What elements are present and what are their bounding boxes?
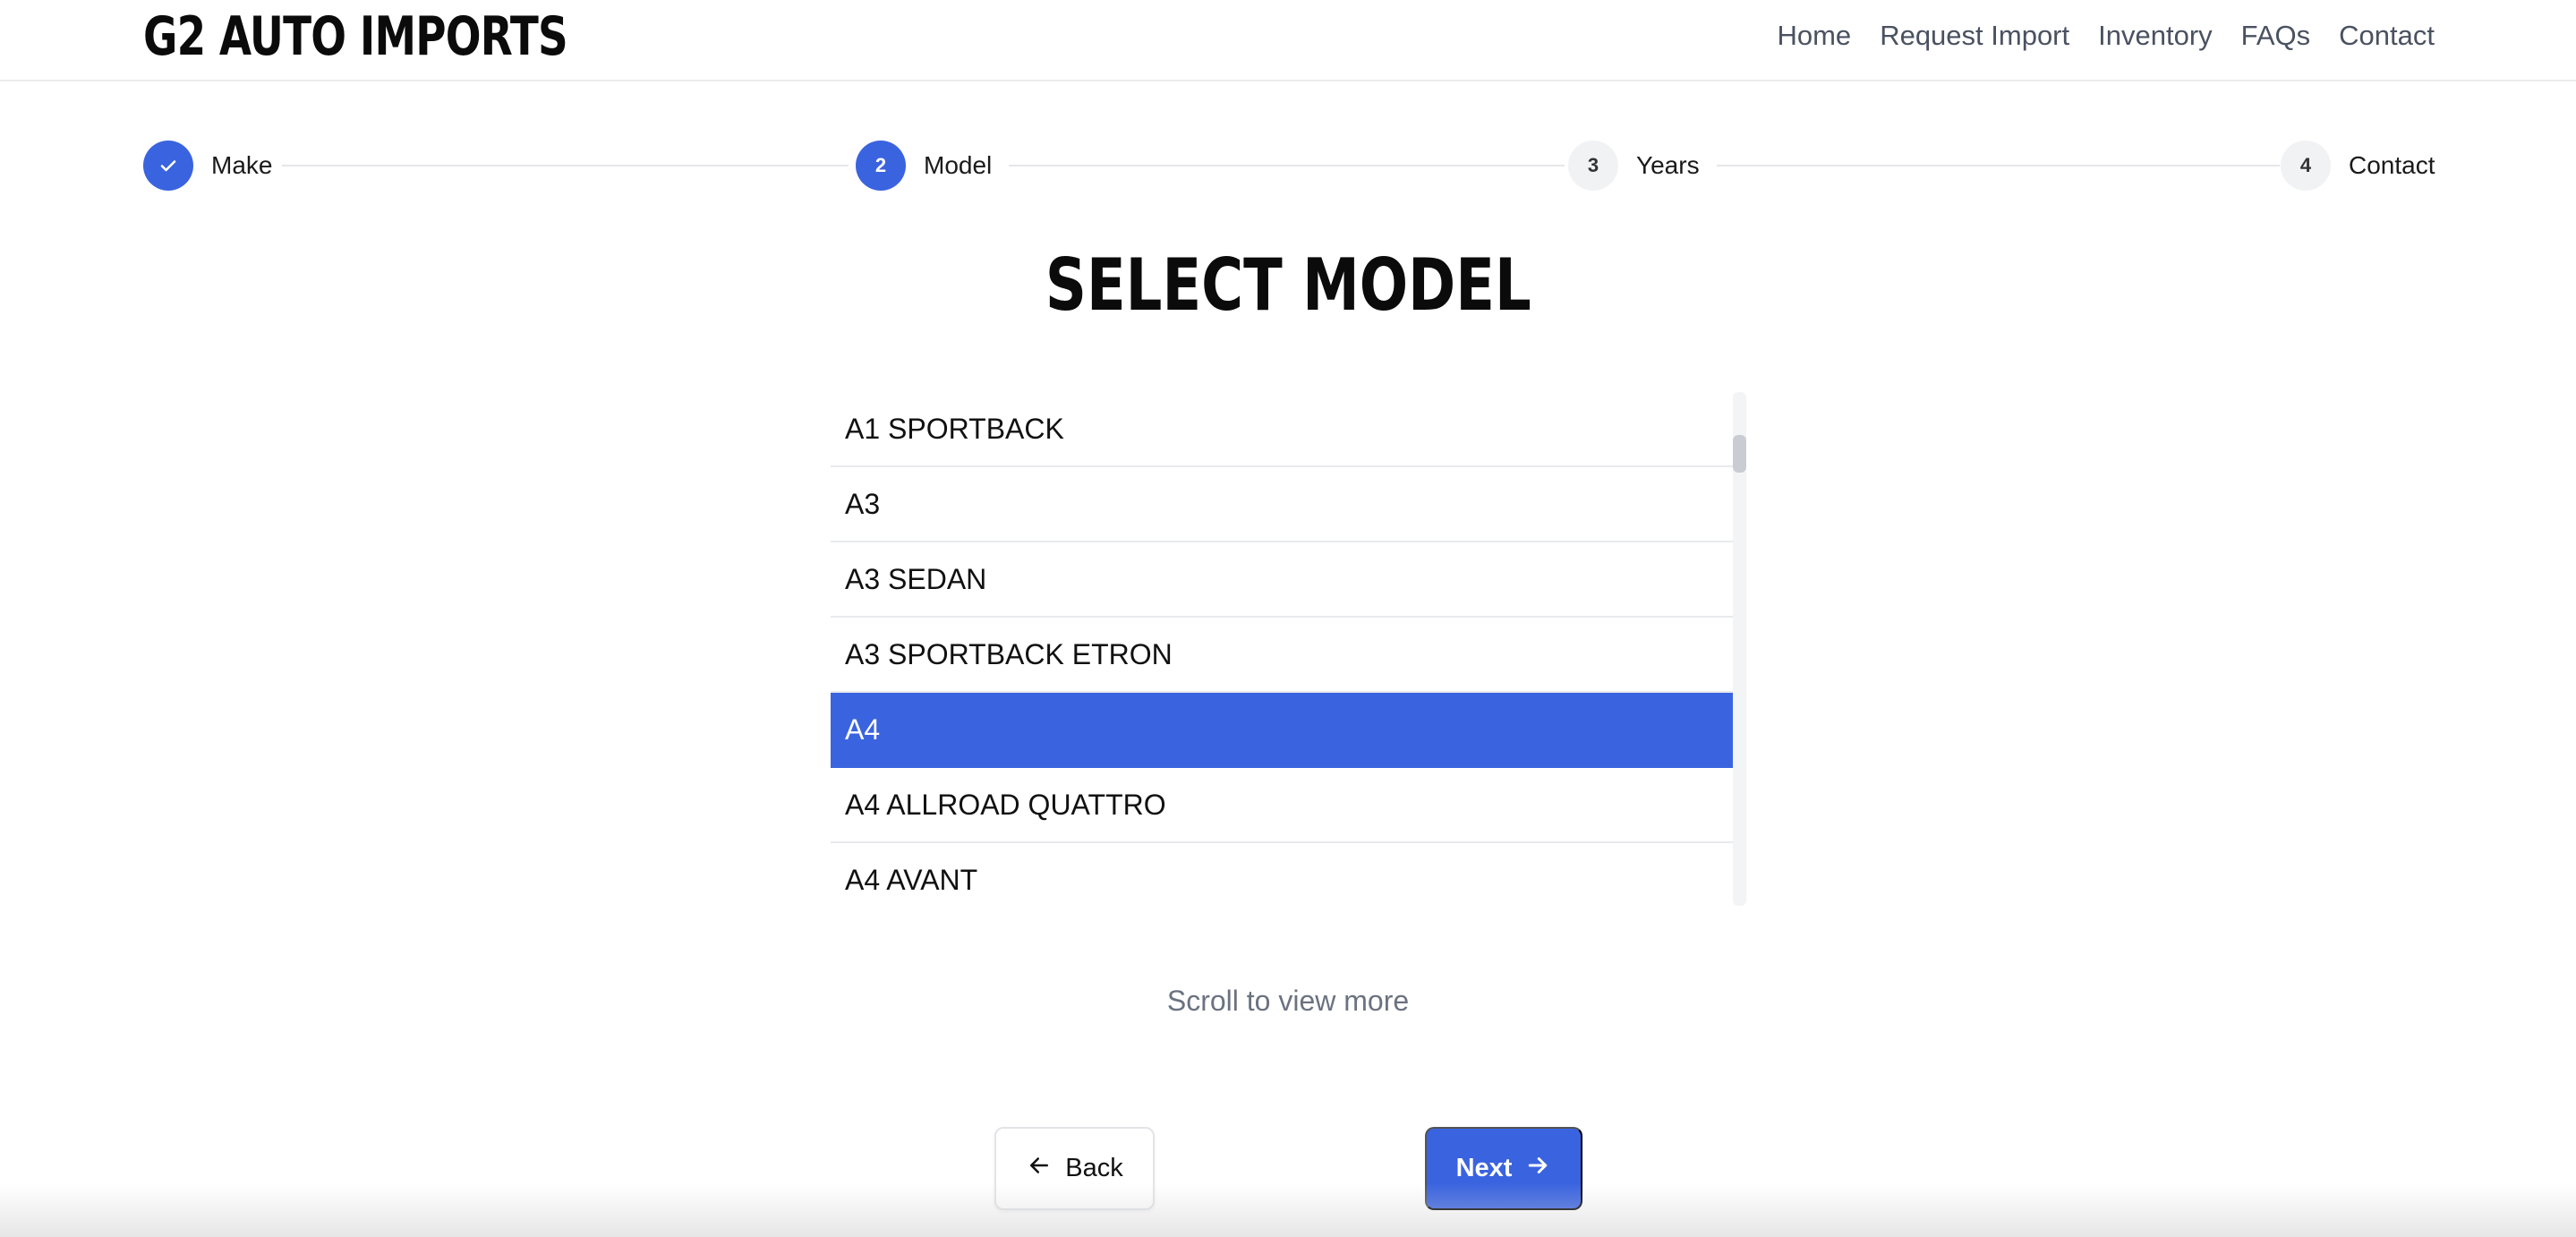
nav-inventory[interactable]: Inventory bbox=[2098, 20, 2213, 52]
model-option[interactable]: A3 SPORTBACK ETRON bbox=[831, 618, 1746, 693]
next-label: Next bbox=[1455, 1154, 1513, 1182]
step-contact[interactable]: 4 Contact bbox=[2281, 140, 2435, 192]
bottom-shadow bbox=[0, 1183, 2576, 1237]
nav-home[interactable]: Home bbox=[1777, 20, 1851, 52]
model-option[interactable]: A4 AVANT bbox=[831, 843, 1746, 906]
nav-request-import[interactable]: Request Import bbox=[1880, 20, 2069, 52]
next-button[interactable]: Next bbox=[1425, 1127, 1582, 1210]
step-connector bbox=[282, 165, 849, 166]
nav-faqs[interactable]: FAQs bbox=[2241, 20, 2311, 52]
scroll-hint: Scroll to view more bbox=[1166, 985, 1410, 1017]
step-number: 2 bbox=[856, 141, 906, 191]
step-years[interactable]: 3 Years bbox=[1568, 140, 1700, 192]
model-option[interactable]: A4 ALLROAD QUATTRO bbox=[831, 768, 1746, 843]
arrow-right-icon bbox=[1512, 1152, 1551, 1186]
model-list[interactable]: A1 SPORTBACK A3 A3 SEDAN A3 SPORTBACK ET… bbox=[831, 392, 1746, 906]
nav-contact[interactable]: Contact bbox=[2339, 20, 2435, 52]
step-label: Make bbox=[211, 151, 273, 179]
back-button[interactable]: Back bbox=[994, 1127, 1155, 1210]
step-model[interactable]: 2 Model bbox=[856, 140, 992, 192]
back-label: Back bbox=[1065, 1154, 1123, 1182]
page-title: SELECT MODEL bbox=[1045, 243, 1531, 327]
step-label: Model bbox=[924, 151, 993, 179]
model-option-selected[interactable]: A4 bbox=[831, 693, 1746, 768]
check-icon bbox=[143, 141, 193, 191]
step-connector bbox=[1717, 165, 2280, 166]
site-logo[interactable]: G2 AUTO IMPORTS bbox=[143, 5, 568, 68]
step-connector bbox=[1009, 165, 1565, 166]
arrow-left-icon bbox=[1026, 1152, 1065, 1186]
step-label: Contact bbox=[2349, 151, 2435, 179]
progress-stepper: Make 2 Model 3 Years 4 Contact bbox=[143, 140, 2435, 192]
step-make[interactable]: Make bbox=[143, 140, 272, 192]
scrollbar-thumb[interactable] bbox=[1733, 435, 1746, 473]
step-number: 3 bbox=[1568, 141, 1618, 191]
model-option[interactable]: A3 bbox=[831, 467, 1746, 542]
model-option[interactable]: A3 SEDAN bbox=[831, 542, 1746, 618]
model-option[interactable]: A1 SPORTBACK bbox=[831, 392, 1746, 467]
step-number: 4 bbox=[2281, 141, 2331, 191]
site-header: G2 AUTO IMPORTS Home Request Import Inve… bbox=[0, 0, 2576, 81]
list-scrollbar[interactable] bbox=[1733, 392, 1746, 906]
step-label: Years bbox=[1636, 151, 1700, 179]
main-nav: Home Request Import Inventory FAQs Conta… bbox=[1777, 20, 2435, 52]
